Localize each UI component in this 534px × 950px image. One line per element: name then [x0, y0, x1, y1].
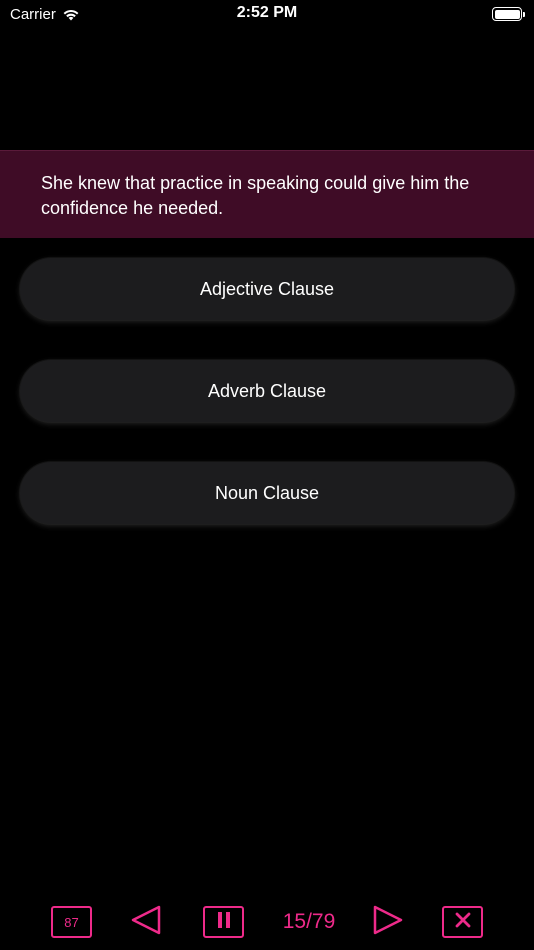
triangle-right-icon: [372, 905, 404, 940]
carrier-label: Carrier: [10, 5, 56, 23]
next-button[interactable]: [370, 900, 406, 944]
pause-icon: [217, 911, 231, 933]
option-adjective-clause-button[interactable]: Adjective Clause: [20, 258, 514, 320]
pause-button[interactable]: [203, 906, 244, 938]
battery-fill: [494, 9, 520, 19]
bottom-toolbar: 87 15/79: [0, 900, 534, 944]
status-bar: Carrier: [0, 0, 534, 28]
score-badge[interactable]: 87: [51, 906, 92, 938]
progress-counter: 15/79: [282, 910, 336, 933]
status-left: Carrier: [10, 6, 80, 23]
question-banner: She knew that practice in speaking could…: [0, 150, 534, 238]
battery-icon: [492, 7, 525, 21]
wifi-icon: [62, 8, 80, 21]
answer-options: Adjective Clause Adverb Clause Noun Clau…: [20, 258, 514, 564]
option-noun-clause-button[interactable]: Noun Clause: [20, 462, 514, 524]
question-text: She knew that practice in speaking could…: [41, 173, 470, 218]
close-button[interactable]: [442, 906, 483, 938]
previous-button[interactable]: [128, 900, 164, 944]
triangle-left-icon: [130, 905, 162, 940]
quiz-screen: Carrier 2:52 PM She knew that practice i…: [0, 0, 534, 950]
option-adverb-clause-button[interactable]: Adverb Clause: [20, 360, 514, 422]
close-icon: [455, 912, 471, 933]
